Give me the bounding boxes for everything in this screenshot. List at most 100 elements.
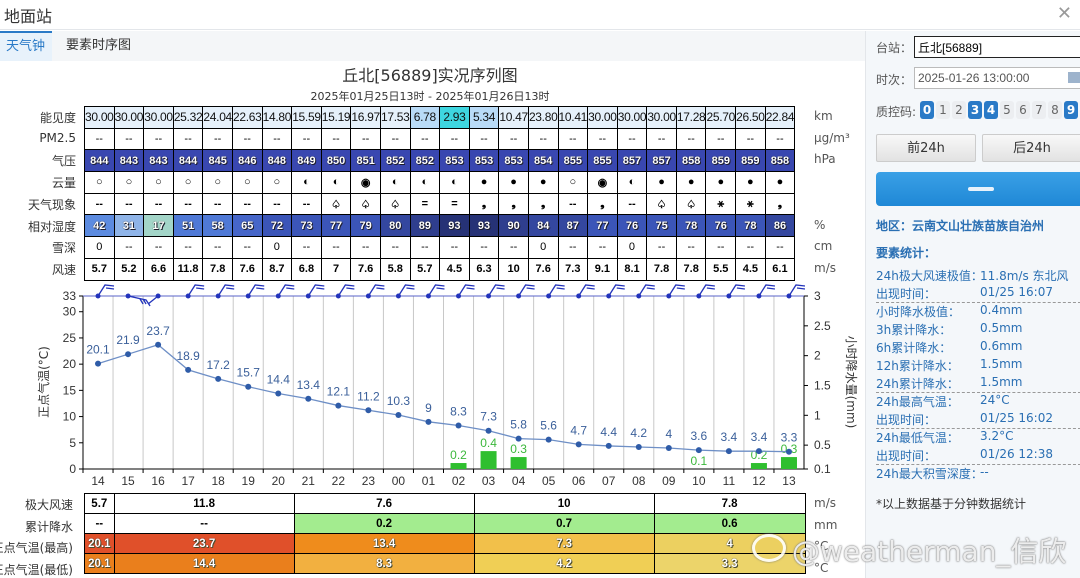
qc-label: 质控码: xyxy=(876,105,917,119)
wind-barb xyxy=(728,284,745,297)
pressure-cell: 852 xyxy=(379,149,411,173)
snow-cell: -- xyxy=(498,236,529,259)
temperature-label: 17.2 xyxy=(207,358,231,372)
temperature-point xyxy=(665,445,672,452)
stat-item: 6h累计降水： 0.6mm xyxy=(876,339,1076,357)
qc-code-toggle[interactable]: 8 xyxy=(1048,101,1062,119)
pm25-cell: -- xyxy=(320,127,352,151)
wind-cell: 7.8 xyxy=(646,257,677,281)
pressure-cell: 848 xyxy=(261,149,293,173)
precip-label: 0.1 xyxy=(691,454,708,468)
wind-barb xyxy=(277,284,295,297)
qc-code-toggle[interactable]: 3 xyxy=(968,101,982,119)
stat-value: 3.2°C xyxy=(980,429,1014,443)
visibility-cell: 24.04 xyxy=(202,106,233,129)
temperature-point xyxy=(395,412,402,419)
wind-barb xyxy=(668,284,685,297)
temperature-point xyxy=(215,375,222,382)
temperature-label: 9 xyxy=(425,401,432,415)
precip-bar xyxy=(510,457,527,469)
query-button[interactable] xyxy=(876,172,1080,206)
stat-item: 3h累计降水： 0.5mm xyxy=(876,321,1076,339)
y-tick-label: 15 xyxy=(63,383,77,397)
summary-row: -- -- 0.2 0.7 0.6 xyxy=(84,513,806,534)
wind-barb xyxy=(217,284,235,297)
temperature-label: 4.4 xyxy=(600,425,617,439)
stat-item: 24h累计降水： 1.5mm xyxy=(876,375,1076,393)
wind-cell: 5.7 xyxy=(84,257,115,281)
humidity-cell: 90 xyxy=(498,214,529,238)
pm25-cell: -- xyxy=(439,127,470,151)
visibility-cell: 30.00 xyxy=(616,106,648,129)
temperature-label: 21.9 xyxy=(116,333,140,347)
close-icon[interactable]: ✕ xyxy=(1057,3,1072,24)
temperature-label: 11.2 xyxy=(357,389,380,403)
wind-barb xyxy=(307,284,325,297)
row-unit-pm25: μg/m³ xyxy=(814,130,850,145)
station-input[interactable] xyxy=(914,36,1080,58)
snow-cell: -- xyxy=(143,236,174,259)
stat-item: 24h最高气温： 24°C xyxy=(876,393,1076,411)
humidity-cell: 93 xyxy=(468,214,500,238)
y-tick-label: 5 xyxy=(69,436,76,450)
qc-code-toggle[interactable]: 5 xyxy=(1000,101,1014,119)
qc-code-toggle[interactable]: 4 xyxy=(984,101,998,119)
qc-code-toggle[interactable]: 0 xyxy=(920,101,934,119)
weather-cell: ❟ xyxy=(587,192,618,216)
prev-24h-button[interactable]: 前24h xyxy=(876,134,976,162)
time-input[interactable] xyxy=(914,67,1080,89)
tab-weather-clock[interactable]: 天气钟 xyxy=(0,31,52,61)
pressure-cell: 858 xyxy=(764,149,796,173)
summary-cell: 14.4 xyxy=(113,553,295,574)
qc-code-toggle[interactable]: 6 xyxy=(1016,101,1030,119)
wind-cell: 4.5 xyxy=(439,257,470,281)
qc-code-toggle[interactable]: 2 xyxy=(952,101,966,119)
stat-value: 24°C xyxy=(980,393,1010,407)
tab-element-timeseries[interactable]: 要素时序图 xyxy=(60,31,137,61)
pressure-cell: 843 xyxy=(143,149,174,173)
summary-cell: 0.6 xyxy=(653,513,806,534)
pressure-cell: 844 xyxy=(84,149,115,173)
stat-value: 01/25 16:07 xyxy=(980,285,1053,299)
next-24h-button[interactable]: 后24h xyxy=(982,134,1080,162)
wind-cell: 5.2 xyxy=(113,257,145,281)
cloud-cell: ◉ xyxy=(350,171,381,194)
qc-code-toggle[interactable]: 1 xyxy=(936,101,950,119)
snow-cell: -- xyxy=(587,236,618,259)
visibility-cell: 17.28 xyxy=(675,106,707,129)
wind-barb xyxy=(127,295,151,307)
qc-code-toggle[interactable]: 7 xyxy=(1032,101,1046,119)
pressure-cell: 846 xyxy=(231,149,263,173)
wind-barb xyxy=(788,284,806,297)
pressure-cell: 857 xyxy=(616,149,648,173)
calendar-icon[interactable] xyxy=(1068,72,1080,83)
summary-row-label: 正点气温(最低) xyxy=(0,562,73,577)
row-label-visibility: 能见度 xyxy=(39,111,76,125)
snow-cell: 0 xyxy=(261,236,293,259)
stat-value: 01/26 12:38 xyxy=(980,447,1053,461)
weather-cell: -- xyxy=(616,192,648,216)
humidity-cell: 17 xyxy=(143,214,174,238)
temperature-point xyxy=(755,448,762,455)
row-label-wind: 风速 xyxy=(51,262,76,277)
x-tick-label: 21 xyxy=(302,474,316,488)
pm25-cell: -- xyxy=(379,127,411,151)
qc-code-toggle[interactable]: 9 xyxy=(1064,101,1078,119)
summary-table: 5.7 11.8 7.6 10 7.8 -- -- 0.2 0.7 0.6 20.1 23.7 13.4… xyxy=(84,493,806,574)
weather-cell: ❟ xyxy=(468,192,500,216)
wind-cell: 6.8 xyxy=(291,257,322,281)
wind-cell: 6.3 xyxy=(468,257,500,281)
cloud-cell: ◐ xyxy=(379,171,411,194)
temperature-label: 3.4 xyxy=(751,430,768,444)
wind-cell: 7.3 xyxy=(557,257,589,281)
visibility-cell: 25.70 xyxy=(705,106,737,129)
row-unit-pressure: hPa xyxy=(814,152,836,167)
visibility-cell: 15.19 xyxy=(320,106,352,129)
wind-cell: 7.8 xyxy=(202,257,233,281)
precip-label: 0.2 xyxy=(450,448,467,462)
row-humidity: 42 31 17 51 58 65 72 73 77 79 80 89 93 93 90 84 87 77 76 75… xyxy=(84,214,796,238)
pm25-cell: -- xyxy=(231,127,263,151)
cloud-cell: ● xyxy=(646,171,677,194)
wind-barb xyxy=(457,284,475,297)
cloud-cell: ● xyxy=(527,171,559,194)
